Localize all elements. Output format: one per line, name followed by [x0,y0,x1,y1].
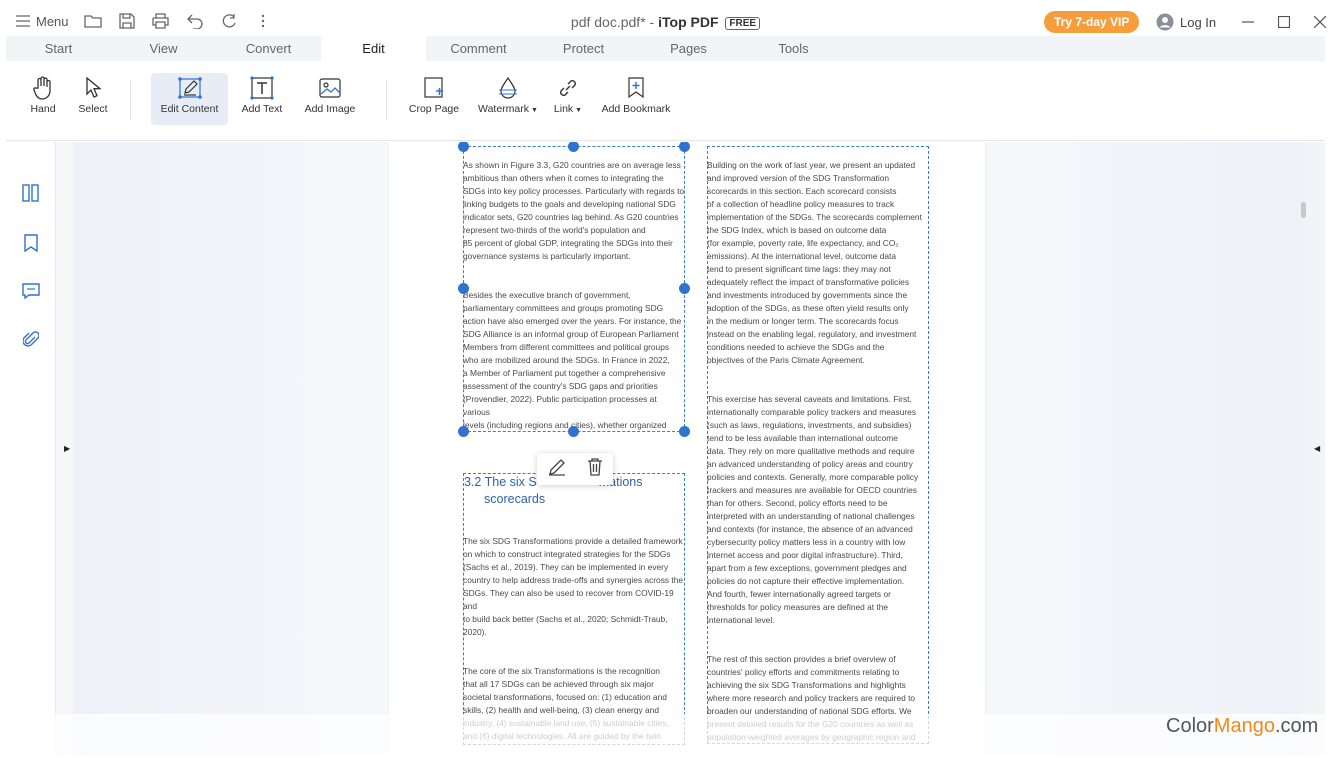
minimize-icon[interactable] [1238,12,1258,32]
vertical-scrollbar[interactable] [1301,202,1306,218]
crop-page-button[interactable]: Crop Page [406,73,462,125]
resize-handle[interactable] [679,283,690,294]
paragraph: The six SDG Transformations provide a de… [463,536,684,637]
ribbon-separator [386,79,387,121]
comments-icon[interactable] [20,280,42,302]
ribbon-separator [130,79,131,121]
edit-pencil-icon[interactable] [548,458,566,481]
login-button[interactable]: Log In [1156,13,1216,31]
edit-content-label: Edit Content [160,103,219,115]
maximize-icon[interactable] [1274,12,1294,32]
bookmarks-icon[interactable] [20,232,42,254]
tab-view[interactable]: View [111,36,216,61]
add-text-icon [250,76,274,100]
tab-edit[interactable]: Edit [321,36,426,61]
crop-icon [424,77,443,98]
link-icon [560,80,576,96]
watermark-button[interactable]: Watermark ▼ [476,73,540,125]
image-icon [319,78,341,98]
add-text-label: Add Text [241,103,283,115]
add-bookmark-label: Add Bookmark [601,103,671,115]
add-text-button[interactable]: Add Text [238,73,286,125]
resize-handle[interactable] [458,426,469,437]
window-controls [1238,12,1330,32]
add-image-label: Add Image [304,103,356,115]
hand-label: Hand [30,103,56,115]
title-bar: Menu pdf doc.pdf* - iTop PDF FREE Try 7-… [6,6,1326,36]
add-bookmark-button[interactable]: Add Bookmark [600,73,672,125]
paragraph: This exercise has several caveats and li… [707,394,919,625]
free-badge: FREE [725,17,761,30]
add-image-button[interactable]: Add Image [302,73,358,125]
title-separator: - [645,14,659,30]
tab-protect[interactable]: Protect [531,36,636,61]
thumbnails-icon[interactable] [20,182,42,204]
close-icon[interactable] [1310,12,1330,32]
link-label: Link ▼ [553,103,583,115]
file-name: pdf doc.pdf* [570,14,646,30]
pdf-page: As shown in Figure 3.3, G20 countries ar… [389,142,985,756]
edit-content-button[interactable]: Edit Content [151,73,228,125]
text-block[interactable]: The six SDG Transformations provide a de… [463,522,685,744]
left-sidebar [6,142,56,756]
tab-tools[interactable]: Tools [741,36,846,61]
tab-convert[interactable]: Convert [216,36,321,61]
crop-page-label: Crop Page [408,103,460,115]
try-vip-button[interactable]: Try 7-day VIP [1044,11,1140,33]
select-label: Select [78,103,108,115]
link-button[interactable]: Link ▼ [550,73,586,125]
edit-content-icon [177,77,202,99]
watermark-text: ColorMango.com [1166,715,1319,737]
tab-comment[interactable]: Comment [426,36,531,61]
app-name: iTop PDF [658,14,719,30]
document-workspace: ▶ As shown in Figure 3.3, G20 countries … [6,142,1325,756]
select-tool-button[interactable]: Select [76,73,110,125]
trash-icon[interactable] [587,457,603,481]
attachment-icon[interactable] [20,329,42,351]
watermark-icon [499,76,517,99]
text-block[interactable]: Building on the work of last year, we pr… [707,146,929,744]
hand-icon [33,76,51,100]
tab-pages[interactable]: Pages [636,36,741,61]
block-actions-toolbar [537,453,613,485]
ribbon-tabs: Start View Convert Edit Comment Protect … [6,36,1325,61]
bookmark-icon [628,77,644,99]
login-label: Log In [1180,14,1217,30]
hand-tool-button[interactable]: Hand [26,73,60,125]
resize-handle[interactable] [458,283,469,294]
watermark-overlay [0,714,1331,764]
selection-frame [463,146,685,432]
expand-left-panel-icon[interactable]: ▶ [64,444,70,453]
resize-handle[interactable] [568,426,579,437]
paragraph: Building on the work of last year, we pr… [707,160,922,365]
cursor-icon [86,77,101,98]
tab-start[interactable]: Start [6,36,111,61]
resize-handle[interactable] [679,142,690,152]
expand-right-panel-icon[interactable]: ◀ [1314,444,1320,453]
watermark-label: Watermark ▼ [478,103,538,115]
user-icon [1156,13,1174,31]
resize-handle[interactable] [679,426,690,437]
edit-ribbon: Hand Select Edit Content Add Text Add Im… [6,61,1325,141]
